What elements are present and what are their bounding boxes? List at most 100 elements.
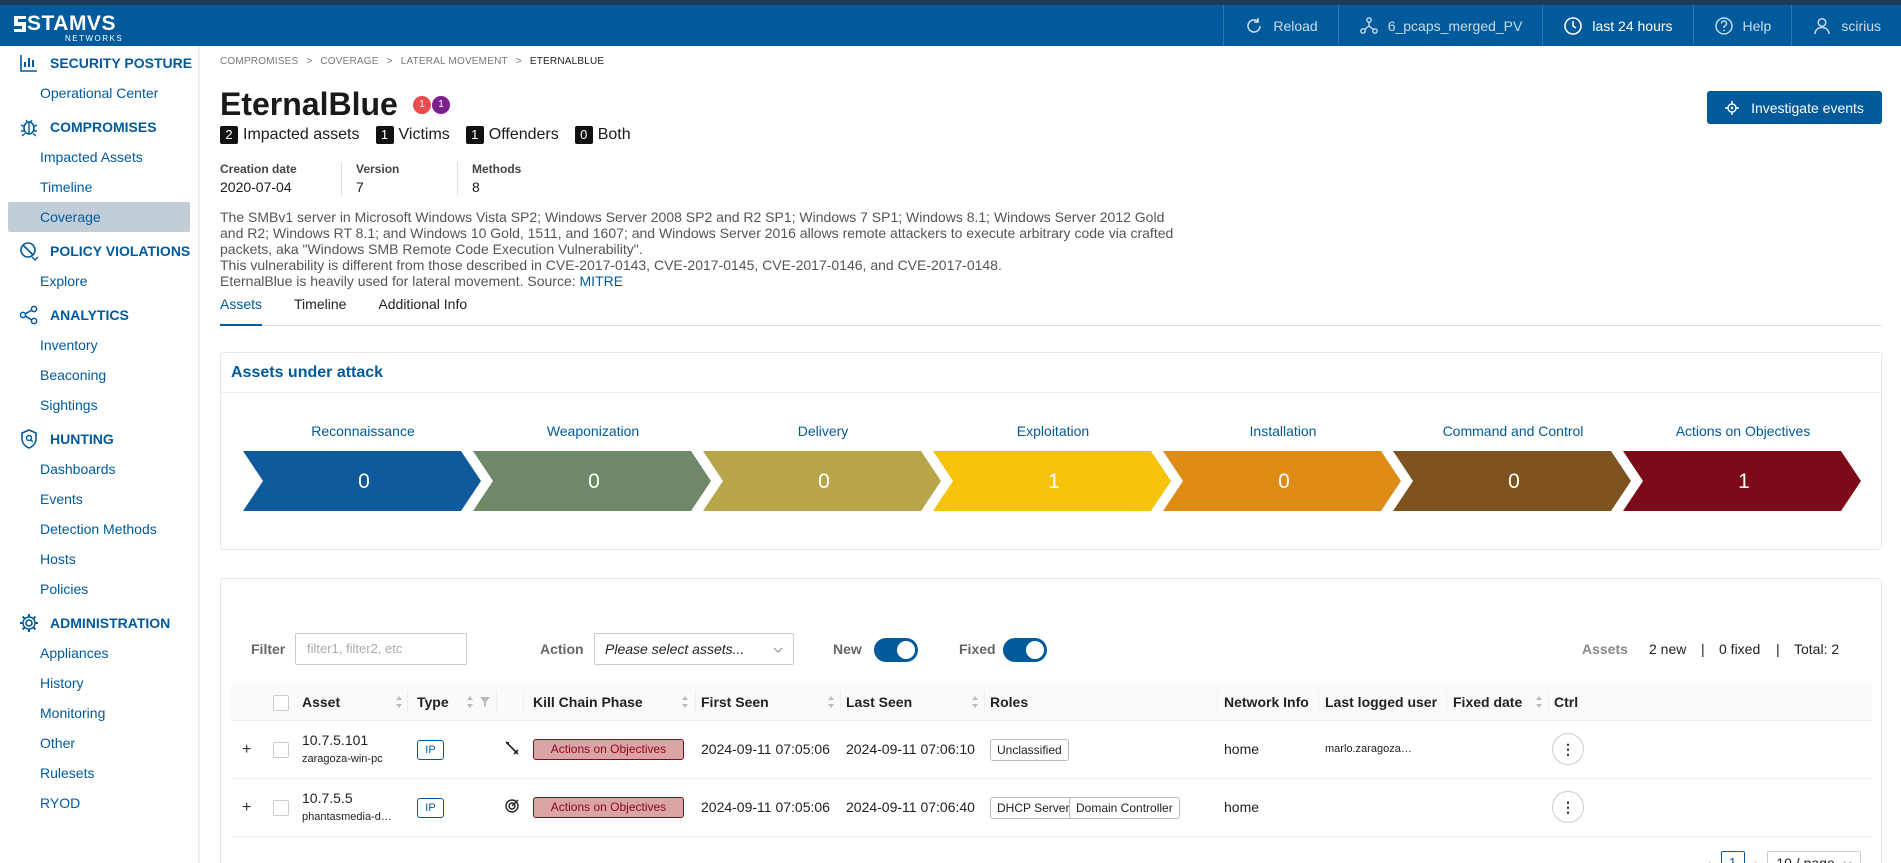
column-header-first-seen[interactable]: First Seen: [701, 694, 769, 710]
help-label: Help: [1742, 17, 1772, 34]
logo-mark-icon: [14, 16, 26, 32]
severity-dot-purple: 1: [432, 96, 450, 114]
asset-ip-link[interactable]: 10.7.5.101: [302, 732, 368, 748]
row-checkbox[interactable]: [273, 800, 289, 816]
mitre-link[interactable]: MITRE: [580, 273, 624, 289]
fixed-count: 0 fixed: [1719, 641, 1761, 657]
sort-icon[interactable]: [827, 695, 835, 709]
table-header: Asset Type Kill Chain Phase First Seen L…: [231, 683, 1872, 721]
summary-separator: |: [1701, 641, 1705, 657]
sidebar-item-inventory[interactable]: Inventory: [0, 330, 198, 360]
expand-row-button[interactable]: +: [242, 799, 251, 817]
filter-label: Filter: [251, 641, 286, 657]
tab-timeline[interactable]: Timeline: [294, 296, 346, 326]
column-header-asset[interactable]: Asset: [302, 694, 340, 710]
breadcrumb-coverage[interactable]: COVERAGE: [320, 56, 378, 67]
user-icon: [1814, 17, 1831, 34]
sort-icon[interactable]: [681, 695, 689, 709]
stamus-logo[interactable]: STAMVS NETWORKS: [13, 12, 123, 43]
sidebar-item-history[interactable]: History: [0, 668, 198, 698]
asset-ip-link[interactable]: 10.7.5.5: [302, 790, 353, 806]
sort-icon[interactable]: [466, 695, 474, 709]
filter-input[interactable]: filter1, filter2, etc: [295, 633, 467, 665]
breadcrumb: COMPROMISES > COVERAGE > LATERAL MOVEMENT > ET…: [220, 56, 605, 67]
methods-value: 8: [472, 179, 480, 195]
sidebar-item-rulesets[interactable]: Rulesets: [0, 758, 198, 788]
column-header-roles[interactable]: Roles: [990, 694, 1028, 710]
sidebar-item-policies[interactable]: Policies: [0, 574, 198, 604]
sidebar-item-events[interactable]: Events: [0, 484, 198, 514]
sort-icon[interactable]: [395, 695, 403, 709]
next-page-button[interactable]: ›: [1754, 855, 1759, 863]
sidebar-item-coverage[interactable]: Coverage: [8, 202, 190, 232]
policy-icon: [20, 242, 39, 261]
sidebar-item-operational-center[interactable]: Operational Center: [0, 78, 198, 108]
column-header-network-info[interactable]: Network Info: [1224, 694, 1309, 710]
sidebar-item-dashboards[interactable]: Dashboards: [0, 454, 198, 484]
column-header-fixed-date[interactable]: Fixed date: [1453, 694, 1522, 710]
sidebar-section-compromises[interactable]: COMPROMISES: [0, 112, 198, 142]
sidebar-item-hosts[interactable]: Hosts: [0, 544, 198, 574]
expand-row-button[interactable]: +: [242, 741, 251, 759]
sidebar-item-impacted-assets[interactable]: Impacted Assets: [0, 142, 198, 172]
row-actions-menu-button[interactable]: ⋮: [1552, 733, 1584, 765]
select-all-checkbox[interactable]: [273, 695, 289, 711]
timerange-selector[interactable]: last 24 hours: [1542, 5, 1692, 46]
sidebar-item-monitoring[interactable]: Monitoring: [0, 698, 198, 728]
sidebar-item-detection-methods[interactable]: Detection Methods: [0, 514, 198, 544]
reload-button[interactable]: Reload: [1223, 5, 1337, 46]
sidebar-item-sightings[interactable]: Sightings: [0, 390, 198, 420]
user-menu[interactable]: scirius: [1791, 5, 1901, 46]
sidebar-item-explore[interactable]: Explore: [0, 266, 198, 296]
filter-funnel-icon[interactable]: [480, 696, 490, 708]
fixed-toggle[interactable]: [1003, 638, 1047, 662]
kill-chain-count: 0: [588, 470, 600, 493]
sidebar-section-hunting[interactable]: HUNTING: [0, 424, 198, 454]
row-checkbox[interactable]: [273, 742, 289, 758]
breadcrumb-compromises[interactable]: COMPROMISES: [220, 56, 298, 67]
tab-assets[interactable]: Assets: [220, 296, 263, 326]
sidebar-section-security-posture[interactable]: SECURITY POSTURE: [0, 48, 198, 78]
meta-label: Version: [356, 162, 400, 176]
column-header-type[interactable]: Type: [417, 694, 449, 710]
sidebar-item-appliances[interactable]: Appliances: [0, 638, 198, 668]
tab-additional-info[interactable]: Additional Info: [378, 296, 467, 326]
breadcrumb-current: ETERNALBLUE: [529, 56, 605, 67]
help-button[interactable]: Help: [1692, 5, 1792, 46]
phase-label-command-and-control: Command and Control: [1442, 423, 1584, 439]
column-header-kill-chain-phase[interactable]: Kill Chain Phase: [533, 694, 643, 710]
offenders-count-badge: 1: [465, 126, 484, 144]
row-actions-menu-button[interactable]: ⋮: [1552, 791, 1584, 823]
kill-chain-count: 1: [1738, 470, 1750, 493]
sort-icon[interactable]: [971, 695, 979, 709]
bar-chart-icon: [20, 55, 37, 72]
gear-icon: [20, 614, 38, 632]
share-nodes-icon: [19, 305, 38, 325]
sidebar-item-other[interactable]: Other: [0, 728, 198, 758]
sidebar-item-beaconing[interactable]: Beaconing: [0, 360, 198, 390]
current-page-button[interactable]: 1: [1720, 851, 1745, 863]
description-text: The SMBv1 server in Microsoft Windows Vi…: [220, 209, 1174, 257]
sidebar-section-label: SECURITY POSTURE: [50, 55, 193, 71]
sort-icon[interactable]: [1535, 695, 1543, 709]
column-divider: [407, 691, 408, 713]
chevron-down-icon: [773, 647, 783, 653]
type-badge: IP: [417, 740, 444, 760]
page-size-select[interactable]: 10 / page: [1767, 851, 1862, 863]
dataset-selector[interactable]: 6_pcaps_merged_PV: [1337, 5, 1543, 46]
column-header-last-logged-user[interactable]: Last logged user: [1325, 694, 1437, 710]
sidebar-section-administration[interactable]: ADMINISTRATION: [0, 608, 198, 638]
phase-label-reconnaissance: Reconnaissance: [311, 423, 415, 439]
action-select[interactable]: Please select assets...: [594, 633, 794, 665]
investigate-events-button[interactable]: Investigate events: [1707, 91, 1882, 124]
column-header-last-seen[interactable]: Last Seen: [846, 694, 912, 710]
logo-wordmark: STAMVS: [27, 12, 116, 35]
sidebar-item-ryod[interactable]: RYOD: [0, 788, 198, 818]
sidebar-section-policy-violations[interactable]: POLICY VIOLATIONS: [0, 236, 198, 266]
table-row: + 10.7.5.101 zaragoza-win-pc IP Actions …: [231, 721, 1872, 779]
new-toggle[interactable]: [874, 638, 918, 662]
breadcrumb-lateral-movement[interactable]: LATERAL MOVEMENT: [401, 56, 508, 67]
sidebar-item-timeline[interactable]: Timeline: [0, 172, 198, 202]
sidebar-section-analytics[interactable]: ANALYTICS: [0, 300, 198, 330]
prev-page-button[interactable]: ‹: [1707, 855, 1712, 863]
